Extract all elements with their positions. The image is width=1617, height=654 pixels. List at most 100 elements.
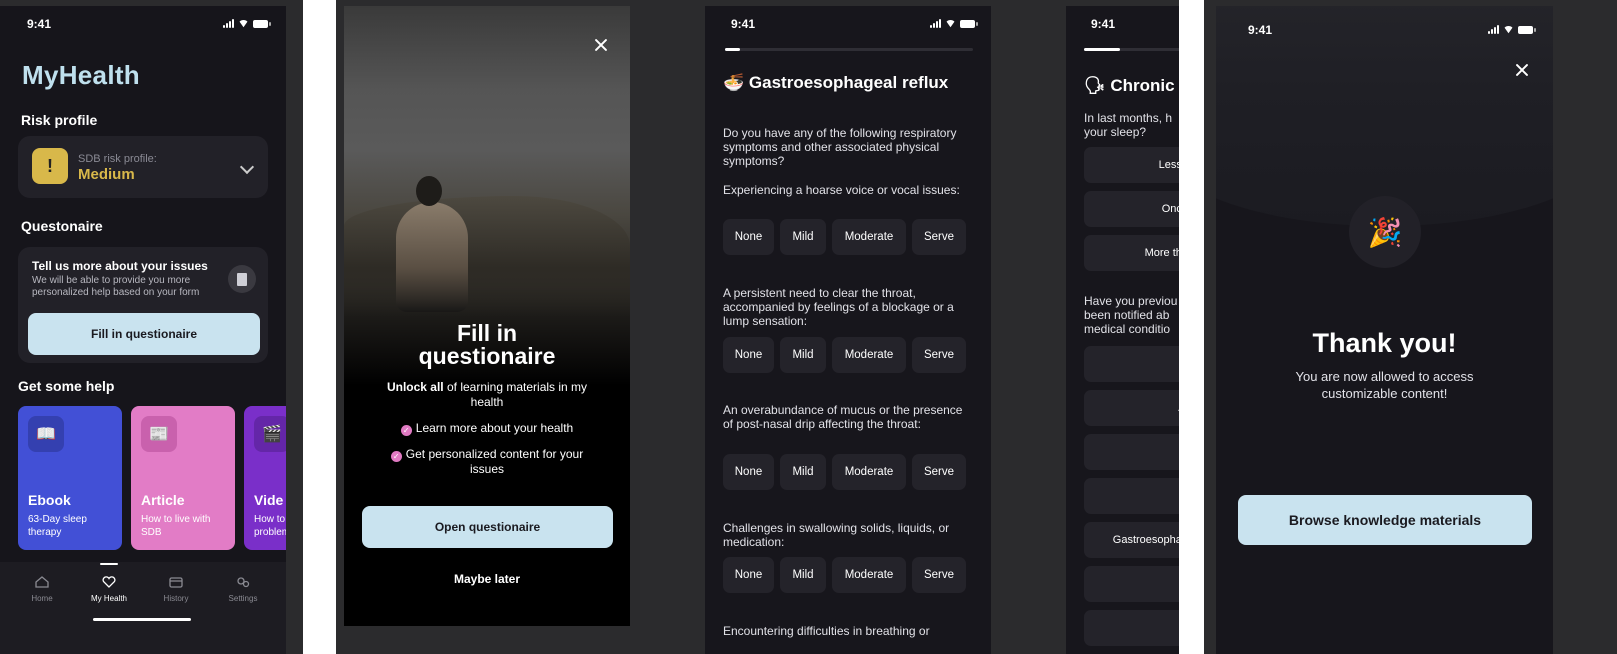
status-time: 9:41 <box>27 17 52 31</box>
option-severe[interactable]: Serve <box>912 454 966 490</box>
help-card-subtitle: How to live with SDB <box>141 514 211 538</box>
option-row: None Mild Moderate Serve <box>723 219 966 255</box>
option-severe[interactable]: Serve <box>912 219 966 255</box>
party-popper-icon: 🎉 <box>1349 196 1421 268</box>
option-button[interactable]: More tha <box>1084 235 1179 271</box>
option-none[interactable]: None <box>723 337 774 373</box>
option-button[interactable]: Al <box>1084 390 1179 426</box>
help-card-title: Vide <box>254 492 284 508</box>
option-button[interactable] <box>1084 346 1179 382</box>
help-card-article[interactable]: 📰 Article How to live with SDB <box>131 406 235 550</box>
option-mild[interactable]: Mild <box>780 337 826 373</box>
divider-panel <box>303 0 336 654</box>
document-icon <box>228 265 256 293</box>
progress-fill <box>725 48 740 51</box>
option-moderate[interactable]: Moderate <box>832 337 906 373</box>
browse-materials-button[interactable]: Browse knowledge materials <box>1238 495 1532 545</box>
tab-label: Home <box>31 594 53 603</box>
option-severe[interactable]: Serve <box>912 337 966 373</box>
signal-icon <box>223 19 234 28</box>
divider-panel <box>1179 0 1204 654</box>
question-text: your sleep? <box>1084 125 1147 139</box>
question-text: Encountering difficulties in breathing o… <box>723 624 930 638</box>
speaking-head-icon: 🗣 <box>1084 76 1106 95</box>
option-button[interactable] <box>1084 434 1179 470</box>
option-row: None Mild Moderate Serve <box>723 557 966 593</box>
active-tab-indicator <box>100 563 118 565</box>
section-heading: 🗣 Chronic c <box>1084 76 1179 96</box>
battery-icon <box>253 19 271 28</box>
home-indicator <box>93 618 191 621</box>
intro-title-text: Fill in questionaire <box>418 320 556 369</box>
thank-you-screen: 9:41 🎉 Thank you! You are now allowed to… <box>1216 6 1553 654</box>
question-text: Experiencing a hoarse voice or vocal iss… <box>723 183 960 197</box>
status-bar: 9:41 <box>1216 23 1553 43</box>
help-card-title: Article <box>141 492 185 508</box>
heading-text: Gastroesophageal reflux <box>748 73 949 92</box>
questionnaire-heading: Questonaire <box>21 218 103 234</box>
option-none[interactable]: None <box>723 557 774 593</box>
tab-settings[interactable]: Settings <box>213 576 273 603</box>
close-icon[interactable] <box>594 38 608 52</box>
option-mild[interactable]: Mild <box>780 454 826 490</box>
chronic-question-screen: 9:41 🗣 Chronic c In last months, h your … <box>1066 6 1179 654</box>
help-card-ebook[interactable]: 📖 Ebook 63-Day sleep therapy <box>18 406 122 550</box>
thank-you-title: Thank you! <box>1312 328 1457 358</box>
close-icon[interactable] <box>1515 63 1529 77</box>
help-card-video[interactable]: 🎬 Vide How to problem <box>244 406 286 550</box>
fill-questionnaire-button[interactable]: Fill in questionaire <box>28 313 260 355</box>
get-help-heading: Get some help <box>18 378 115 394</box>
heading-text: Chronic c <box>1110 76 1179 95</box>
option-none[interactable]: None <box>723 454 774 490</box>
questionnaire-card-title: Tell us more about your issues <box>32 259 208 273</box>
tab-label: Settings <box>228 594 258 603</box>
maybe-later-button[interactable]: Maybe later <box>344 572 630 586</box>
unlock-bold: Unlock all <box>386 380 444 394</box>
open-questionnaire-button[interactable]: Open questionaire <box>362 506 613 548</box>
tab-my-health[interactable]: My Health <box>79 576 139 603</box>
progress-bar <box>1084 48 1179 51</box>
progress-bar <box>725 48 973 51</box>
status-icons <box>1488 25 1536 34</box>
option-moderate[interactable]: Moderate <box>832 557 906 593</box>
unlock-rest: of learning materials in my health <box>443 380 588 409</box>
option-mild[interactable]: Mild <box>780 557 826 593</box>
option-button[interactable]: Less t <box>1084 147 1179 183</box>
help-card-title: Ebook <box>28 492 71 508</box>
help-card-subtitle: 63-Day sleep therapy <box>28 514 87 538</box>
book-icon: 📖 <box>28 416 64 452</box>
questionnaire-card: Tell us more about your issues We will b… <box>18 247 268 363</box>
video-icon: 🎬 <box>254 416 286 452</box>
tab-history[interactable]: History <box>146 576 206 603</box>
check-icon: ✓ <box>400 425 412 436</box>
option-severe[interactable]: Serve <box>912 557 966 593</box>
option-none[interactable]: None <box>723 219 774 255</box>
gastro-question-screen: 9:41 🍜 Gastroesophageal reflux Do you ha… <box>705 6 991 654</box>
benefit-item: ✓ Learn more about your health <box>374 421 600 436</box>
option-button[interactable]: Once <box>1084 191 1179 227</box>
benefit-item: ✓ Get personalized content for your issue… <box>374 447 600 477</box>
option-button[interactable] <box>1084 478 1179 514</box>
battery-icon <box>960 19 978 28</box>
option-moderate[interactable]: Moderate <box>832 454 906 490</box>
unlock-text: Unlock all of learning materials in my h… <box>382 380 592 410</box>
question-text: been notified ab <box>1084 308 1170 322</box>
questionnaire-card-description: We will be able to provide you more pers… <box>32 275 200 298</box>
option-mild[interactable]: Mild <box>780 219 826 255</box>
risk-profile-card[interactable]: ! SDB risk profile: Medium <box>18 136 268 198</box>
tab-home[interactable]: Home <box>12 576 72 603</box>
option-button[interactable]: F <box>1084 566 1179 602</box>
option-button[interactable] <box>1084 610 1179 646</box>
myhealth-screen: 9:41 MyHealth Risk profile ! SDB risk pr… <box>0 6 286 654</box>
chevron-down-icon[interactable] <box>239 159 255 175</box>
option-row: None Mild Moderate Serve <box>723 337 966 373</box>
option-button[interactable]: Gastroesophag <box>1084 522 1179 558</box>
status-bar: 9:41 <box>0 17 286 37</box>
status-bar: 9:41 <box>705 17 991 37</box>
option-moderate[interactable]: Moderate <box>832 219 906 255</box>
help-card-subtitle: How to problem <box>254 514 286 538</box>
benefit-text: Get personalized content for your issues <box>405 447 584 476</box>
status-time: 9:41 <box>1248 23 1273 37</box>
status-time: 9:41 <box>731 17 756 31</box>
app-title: MyHealth <box>22 60 140 90</box>
